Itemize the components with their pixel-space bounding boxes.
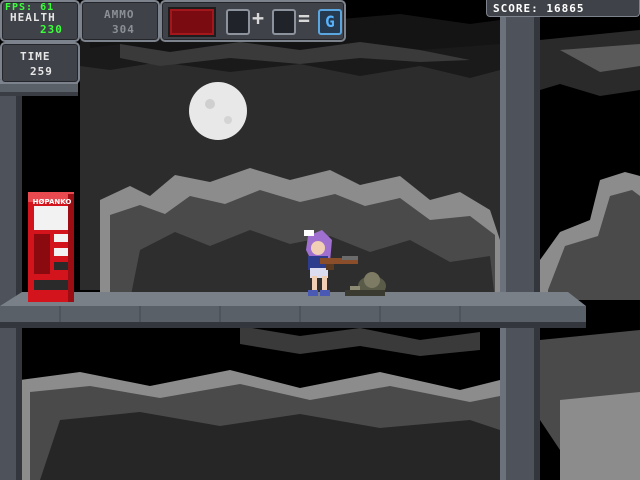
combo-result-icon: G: [318, 9, 342, 35]
time-panel: TIME 259: [0, 42, 80, 84]
combo-slot-1: [226, 9, 250, 35]
vending-machine: [28, 192, 74, 302]
plus-icon: +: [252, 6, 265, 30]
ammo-label: AMMO: [104, 8, 135, 21]
score-text: SCORE: 16865: [493, 2, 585, 15]
vending-machine-label: HØPANKO: [32, 198, 72, 206]
equals-icon: =: [298, 6, 311, 30]
health-value: 230: [40, 23, 63, 36]
ammo-panel: AMMO 304: [80, 0, 160, 42]
moon: [189, 82, 247, 140]
ammo-value: 304: [112, 23, 135, 36]
time-label: TIME: [20, 50, 51, 63]
stone-pillar-right: [500, 0, 540, 480]
time-value: 259: [30, 65, 53, 78]
game-scene: [0, 0, 640, 480]
combo-slot-2: [272, 9, 296, 35]
weapon-display: [168, 7, 216, 37]
stone-pillar-left: [0, 96, 22, 480]
stone-platform: [0, 292, 586, 328]
score-panel: SCORE: 16865: [486, 0, 640, 17]
health-panel: FPS: 61 HEALTH 230: [0, 0, 80, 42]
